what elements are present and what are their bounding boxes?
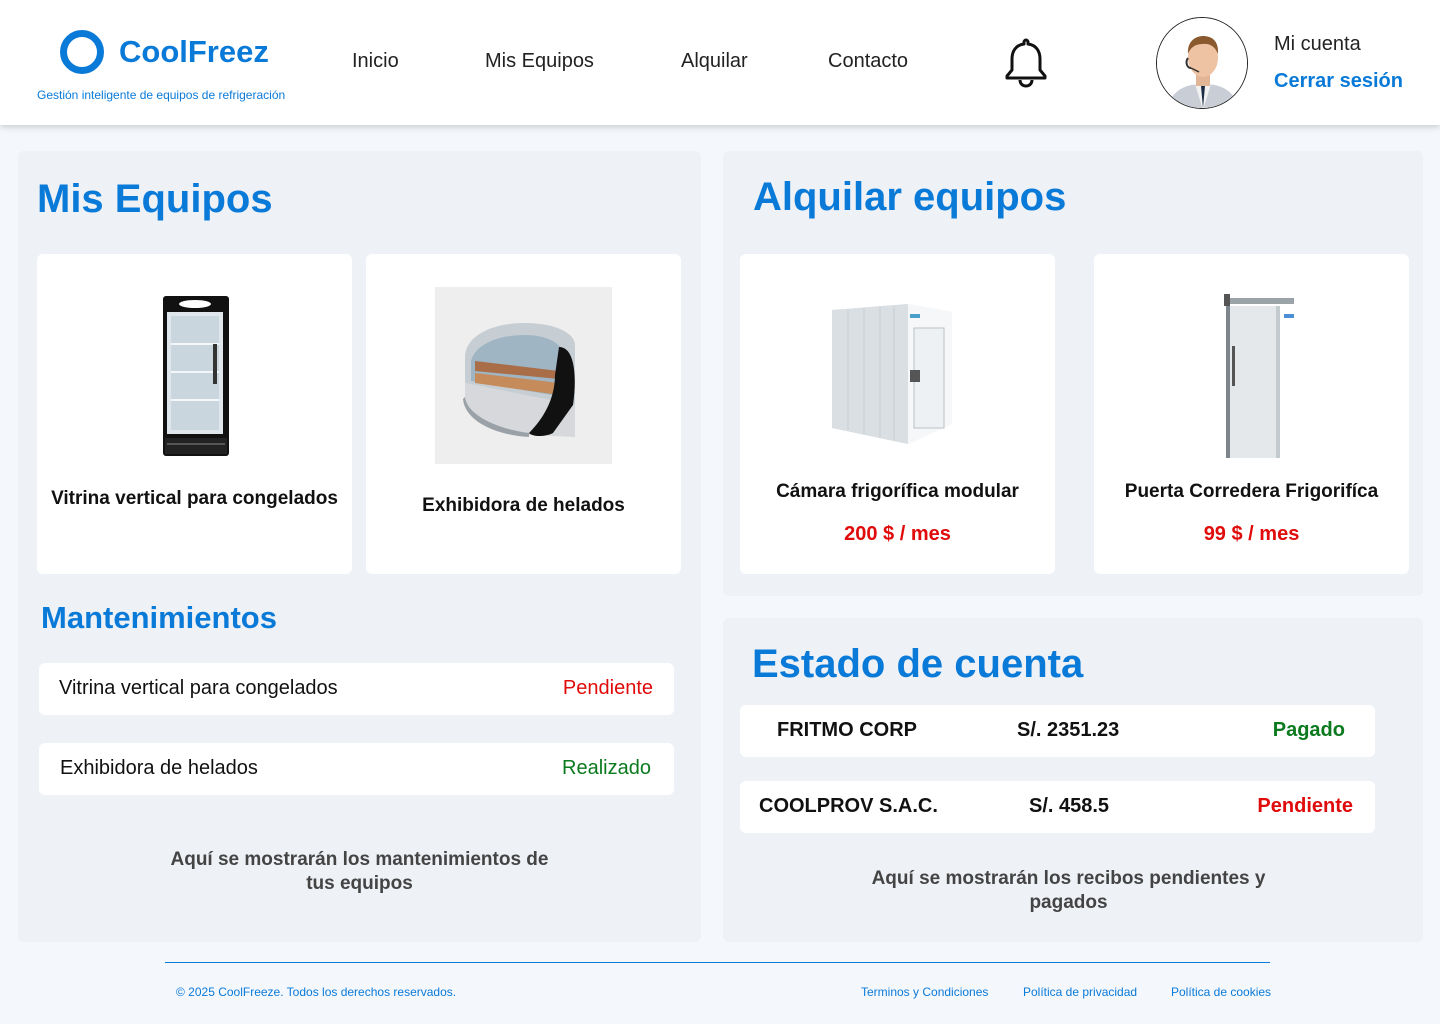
account-status-panel: Estado de cuenta FRITMO CORP S/. 2351.23… xyxy=(723,618,1423,942)
sliding-door-image xyxy=(1224,294,1294,458)
rent-card[interactable]: Cámara frigorífica modular 200 $ / mes xyxy=(740,254,1055,574)
ice-cream-display-image xyxy=(435,287,612,464)
my-equipment-title: Mis Equipos xyxy=(37,177,273,221)
rent-item-name: Cámara frigorífica modular xyxy=(776,481,1019,502)
nav-alquilar[interactable]: Alquilar xyxy=(681,50,748,73)
invoice-amount: S/. 458.5 xyxy=(1029,795,1110,817)
brand-logo[interactable]: CoolFreez xyxy=(60,30,269,74)
maintenance-note: Aquí se mostrarán los mantenimientos de … xyxy=(170,849,549,894)
footer-copyright: © 2025 CoolFreeze. Todos los derechos re… xyxy=(176,985,457,999)
maintenance-equipment: Exhibidora de helados xyxy=(60,757,258,779)
footer-link-terms[interactable]: Terminos y Condiciones xyxy=(861,985,988,999)
footer-link-cookies[interactable]: Política de cookies xyxy=(1171,985,1271,999)
user-avatar[interactable] xyxy=(1156,17,1248,109)
brand-name: CoolFreez xyxy=(119,34,269,69)
invoice-company: COOLPROV S.A.C. xyxy=(759,795,938,817)
logout-link[interactable]: Cerrar sesión xyxy=(1274,70,1403,93)
account-label[interactable]: Mi cuenta xyxy=(1274,33,1361,56)
bell-icon[interactable] xyxy=(1003,36,1049,88)
account-status-note: Aquí se mostrarán los recibos pendientes… xyxy=(871,868,1266,913)
rent-item-name: Puerta Corredera Frigorifíca xyxy=(1124,481,1379,502)
maintenance-row[interactable]: Exhibidora de helados Realizado xyxy=(39,743,674,795)
my-equipment-panel: Mis Equipos Vitrina vertical para congel… xyxy=(18,151,701,942)
rent-item-price: 200 $ / mes xyxy=(844,523,951,545)
maintenance-title: Mantenimientos xyxy=(41,600,277,635)
invoice-row[interactable]: FRITMO CORP S/. 2351.23 Pagado xyxy=(740,705,1375,757)
nav-mis-equipos[interactable]: Mis Equipos xyxy=(485,50,594,73)
invoice-amount: S/. 2351.23 xyxy=(1017,719,1120,741)
user-photo-icon xyxy=(1157,18,1247,108)
invoice-status: Pendiente xyxy=(1257,795,1353,817)
footer-link-privacy[interactable]: Política de privacidad xyxy=(1023,985,1137,999)
maintenance-row[interactable]: Vitrina vertical para congelados Pendien… xyxy=(39,663,674,715)
equipment-card[interactable]: Exhibidora de helados xyxy=(366,254,681,574)
footer-divider xyxy=(165,962,1270,963)
maintenance-status: Pendiente xyxy=(562,677,653,699)
invoice-company: FRITMO CORP xyxy=(777,719,917,741)
freezer-display-image xyxy=(163,296,229,456)
nav-contacto[interactable]: Contacto xyxy=(828,50,908,73)
invoice-row[interactable]: COOLPROV S.A.C. S/. 458.5 Pendiente xyxy=(740,781,1375,833)
nav-inicio[interactable]: Inicio xyxy=(352,50,399,73)
equipment-name: Vitrina vertical para congelados xyxy=(51,488,338,509)
equipment-card[interactable]: Vitrina vertical para congelados xyxy=(37,254,352,574)
rent-title: Alquilar equipos xyxy=(753,175,1067,219)
account-status-title: Estado de cuenta xyxy=(752,642,1084,686)
cold-room-image xyxy=(832,304,952,444)
brand-tagline: Gestión inteligente de equipos de refrig… xyxy=(37,88,286,102)
rent-item-price: 99 $ / mes xyxy=(1203,523,1300,545)
logo-ring-icon xyxy=(60,30,104,74)
invoice-status: Pagado xyxy=(1272,719,1345,741)
equipment-name: Exhibidora de helados xyxy=(422,495,625,516)
rent-panel: Alquilar equipos Cámara frigorífica modu… xyxy=(723,151,1423,596)
maintenance-equipment: Vitrina vertical para congelados xyxy=(59,677,338,699)
rent-card[interactable]: Puerta Corredera Frigorifíca 99 $ / mes xyxy=(1094,254,1409,574)
top-header: CoolFreez Gestión inteligente de equipos… xyxy=(0,0,1440,125)
maintenance-status: Realizado xyxy=(562,757,651,779)
